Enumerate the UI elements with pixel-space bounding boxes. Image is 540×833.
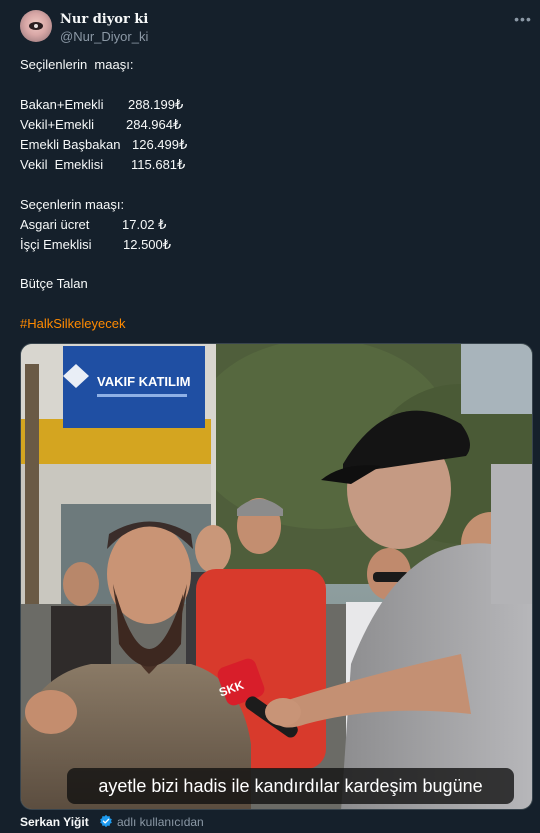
video-frame: VAKIF KATILIM SKK [21,344,532,809]
video-player[interactable]: VAKIF KATILIM SKK ayetle bizi hadis ile … [20,343,533,810]
more-horizontal-icon: ••• [514,11,532,27]
verified-badge-icon [100,814,112,828]
salary-value: 284.964₺ [126,117,182,132]
salary-label: Vekil+Emekli [20,117,95,132]
attribution-name[interactable]: Serkan Yiğit [20,815,89,829]
salary-value: 17.02 ₺ [122,217,167,232]
author-display-name[interactable]: Nur diyor ki [60,12,148,27]
salary-value: 288.199₺ [128,97,184,112]
more-options-button[interactable]: ••• [512,10,534,28]
salary-value: 126.499₺ [132,137,188,152]
video-subtitle: ayetle bizi hadis ile kandırdılar kardeş… [67,768,514,804]
salary-label: Vekil Emeklisi [20,157,104,172]
attribution-suffix: adlı kullanıcıdan [117,815,204,829]
heading-elected: Seçilenlerin maaşı: [20,57,134,72]
sign-text: VAKIF KATILIM [97,374,190,389]
salary-label: Emekli Başbakan [20,137,121,152]
salary-label: Asgari ücret [20,217,90,232]
retweet-attribution[interactable]: Serkan Yiğit adlı kullanıcıdan [20,814,204,829]
avatar[interactable] [20,10,52,42]
tweet: Nur diyor ki @Nur_Diyor_ki ••• Seçilenle… [0,0,540,833]
author-handle[interactable]: @Nur_Diyor_ki [60,29,148,44]
salary-label: İşçi Emeklisi [20,237,92,252]
salary-value: 12.500₺ [123,237,172,252]
salary-value: 115.681₺ [131,157,186,172]
closing-line: Bütçe Talan [20,276,88,291]
salary-label: Bakan+Emekli [20,97,104,112]
heading-voters: Seçenlerin maaşı: [20,197,125,212]
hashtag-link[interactable]: #HalkSilkeleyecek [20,316,126,331]
